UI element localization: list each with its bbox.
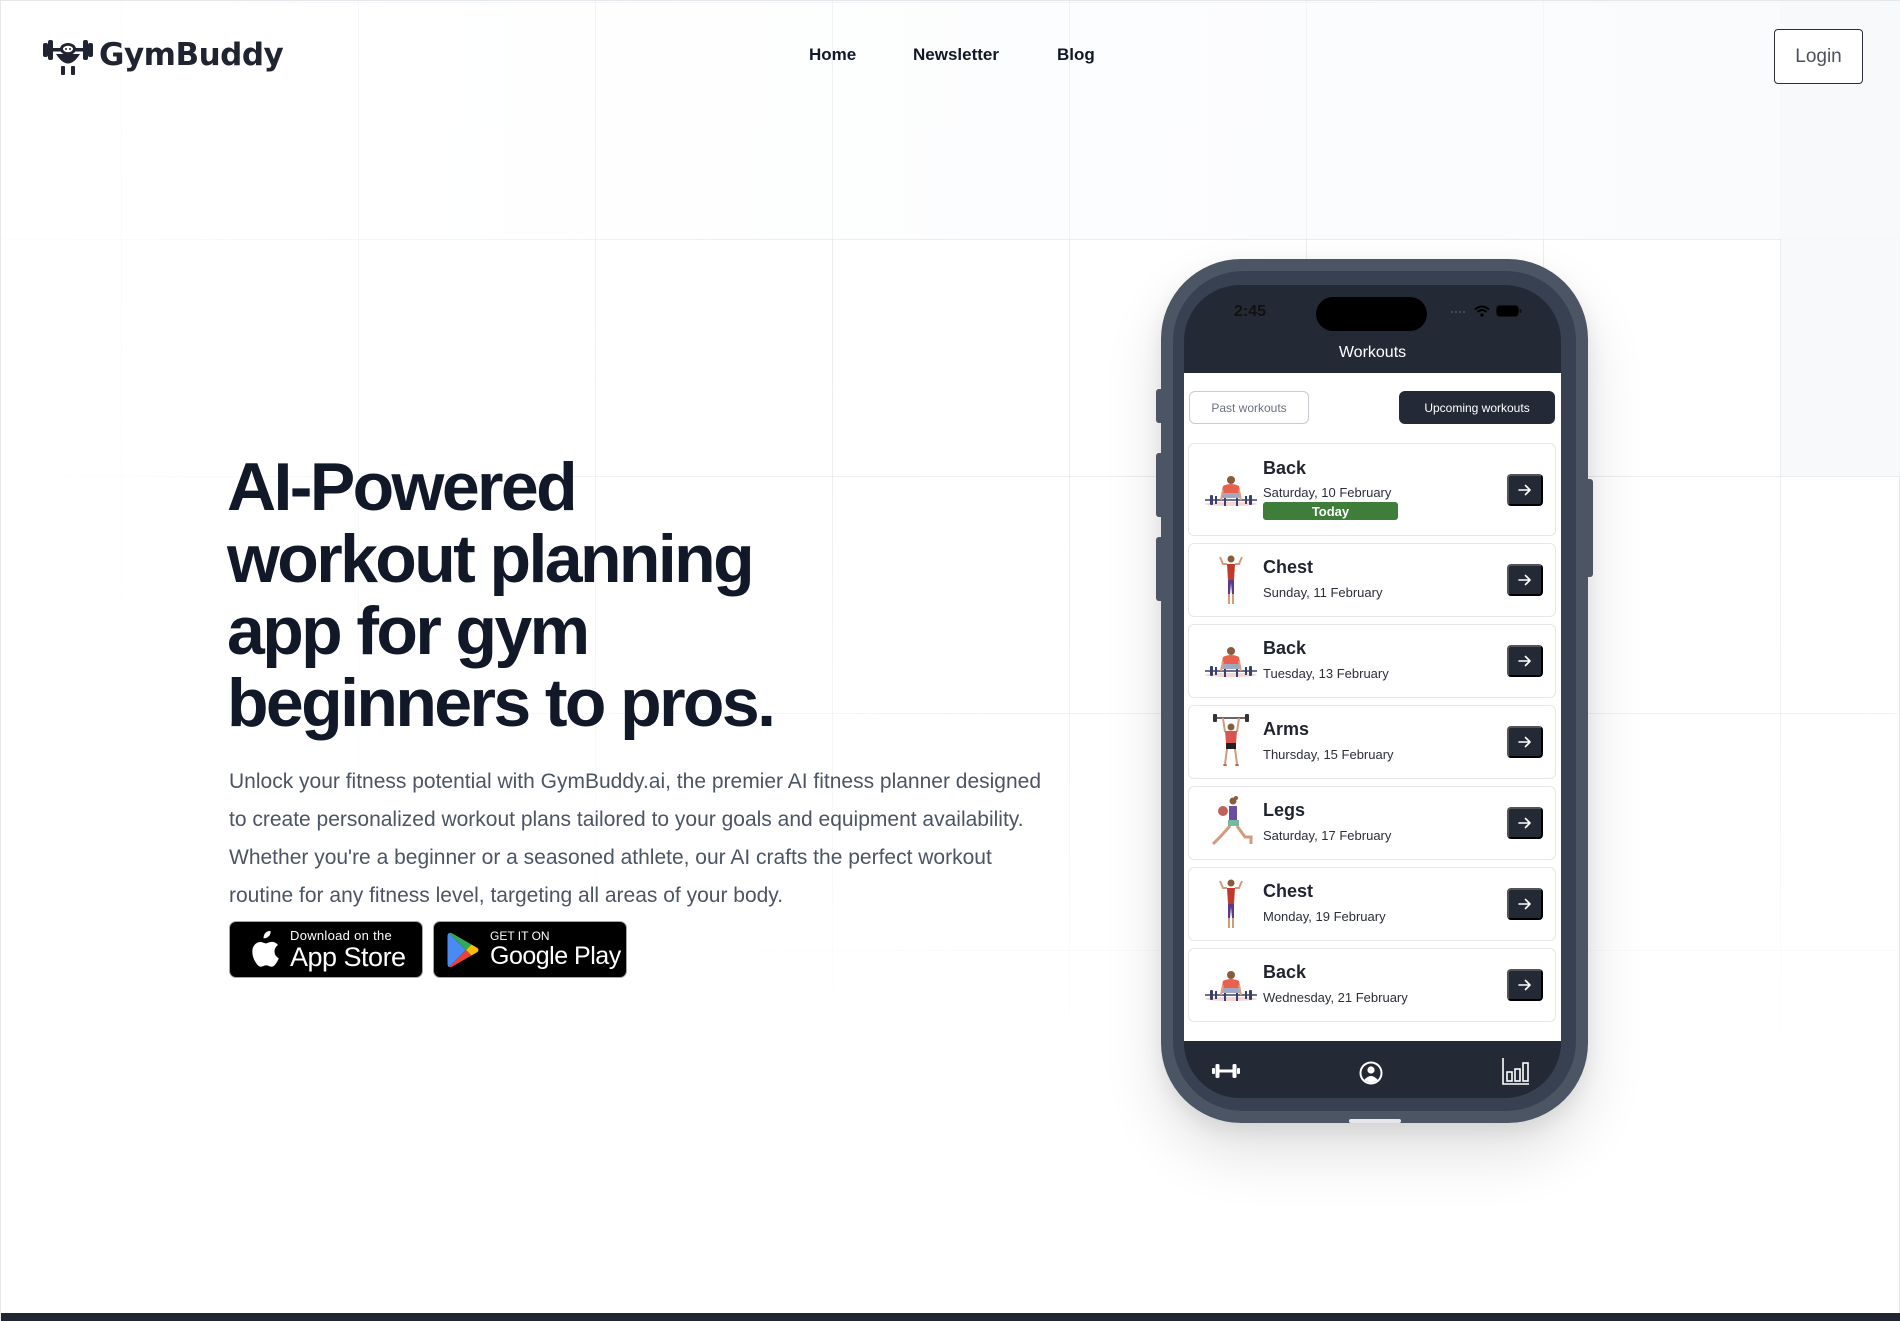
google-play-icon (447, 932, 479, 967)
landing-page: GymBuddy Home Newsletter Blog Login AI-P… (0, 0, 1900, 1321)
hero-title-line: beginners to pros. (227, 665, 776, 741)
phone-screen: 2:45 Workouts Past workouts Upcoming wor… (1184, 285, 1561, 1098)
hero-title-line: workout planning (227, 521, 755, 597)
workout-item[interactable]: Chest Sunday, 11 February (1188, 543, 1556, 617)
workout-name: Back (1263, 458, 1307, 478)
arrow-right-icon (1518, 817, 1531, 829)
workout-illustration-deadlift (1201, 460, 1261, 520)
arrow-right-icon (1518, 736, 1531, 748)
workout-item[interactable]: Chest Monday, 19 February (1188, 867, 1556, 941)
workout-name: Back (1263, 638, 1307, 658)
weightlifter-mascot-icon (43, 40, 93, 75)
nav-newsletter[interactable]: Newsletter (913, 45, 999, 65)
apple-icon (252, 930, 279, 967)
workout-date: Tuesday, 13 February (1263, 666, 1389, 681)
arrow-right-icon (1518, 655, 1531, 667)
arrow-right-icon (1518, 979, 1531, 991)
dumbbell-icon[interactable] (1212, 1063, 1240, 1084)
workout-date: Saturday, 10 February (1263, 485, 1392, 500)
workouts-panel: Past workouts Upcoming workouts Back Satu… (1184, 373, 1561, 1041)
status-icons (1450, 305, 1522, 317)
open-workout-button[interactable] (1507, 726, 1543, 758)
workout-item[interactable]: Legs Saturday, 17 February (1188, 786, 1556, 860)
status-time: 2:45 (1234, 303, 1267, 320)
workout-name: Chest (1263, 881, 1314, 901)
footer-bar (1, 1313, 1900, 1321)
google-play-small-text: GET IT ON (490, 929, 550, 943)
hero-title-line: app for gym (227, 593, 590, 669)
workout-name: Arms (1263, 719, 1310, 739)
workout-illustration-overhead (1201, 712, 1261, 772)
open-workout-button[interactable] (1507, 564, 1543, 596)
bottom-tab-bar (1184, 1041, 1561, 1098)
wifi-icon (1474, 305, 1490, 317)
workout-name: Chest (1263, 557, 1314, 577)
logo-link[interactable]: GymBuddy (43, 33, 284, 77)
login-button[interactable]: Login (1774, 29, 1863, 84)
screen-title: Workouts (1338, 344, 1407, 361)
app-store-big-text: App Store (290, 941, 406, 972)
arrow-right-icon (1518, 898, 1531, 910)
battery-icon (1496, 305, 1522, 317)
workout-item[interactable]: Back Saturday, 10 February Today (1188, 443, 1556, 536)
dynamic-island (1316, 297, 1427, 331)
tab-past-workouts[interactable]: Past workouts (1189, 391, 1309, 424)
workout-illustration-lunge (1201, 793, 1261, 853)
nav-home[interactable]: Home (809, 45, 856, 65)
profile-icon[interactable] (1359, 1061, 1383, 1090)
store-buttons: Download on the App Store GET IT ON Goog… (229, 921, 627, 978)
hero-title: AI-Powered workout planning app for gym … (227, 451, 847, 739)
workout-date: Saturday, 17 February (1263, 828, 1392, 843)
workout-item[interactable]: Arms Thursday, 15 February (1188, 705, 1556, 779)
workout-item[interactable]: Back Wednesday, 21 February (1188, 948, 1556, 1022)
app-store-small-text: Download on the (290, 927, 393, 943)
arrow-right-icon (1518, 484, 1531, 495)
today-badge: Today (1263, 502, 1398, 520)
open-workout-button[interactable] (1507, 645, 1543, 677)
open-workout-button[interactable] (1507, 473, 1543, 506)
tab-upcoming-workouts[interactable]: Upcoming workouts (1399, 391, 1555, 424)
hero-description: Unlock your fitness potential with GymBu… (229, 770, 1042, 907)
phone-bottom-notch (1349, 1119, 1401, 1123)
google-play-button[interactable]: GET IT ON Google Play (433, 921, 627, 978)
workout-illustration-flex (1201, 874, 1261, 934)
signal-icon (1451, 311, 1465, 313)
workout-date: Monday, 19 February (1263, 909, 1386, 924)
open-workout-button[interactable] (1507, 888, 1543, 920)
workout-name: Back (1263, 962, 1307, 982)
workout-date: Thursday, 15 February (1263, 747, 1394, 762)
workout-illustration-flex (1201, 550, 1261, 610)
workout-name: Legs (1263, 800, 1306, 820)
arrow-right-icon (1518, 574, 1531, 586)
brand-name: GymBuddy (99, 37, 284, 73)
google-play-big-text: Google Play (490, 942, 621, 970)
workout-illustration-deadlift (1201, 631, 1261, 691)
workout-illustration-deadlift (1201, 955, 1261, 1015)
app-store-button[interactable]: Download on the App Store (229, 921, 423, 978)
workout-list: Back Saturday, 10 February Today Chest Sunda… (1188, 443, 1556, 1029)
hero-title-line: AI-Powered (227, 449, 578, 525)
workout-item[interactable]: Back Tuesday, 13 February (1188, 624, 1556, 698)
bar-chart-icon[interactable] (1502, 1058, 1530, 1091)
nav-blog[interactable]: Blog (1057, 45, 1095, 65)
site-header: GymBuddy Home Newsletter Blog Login (1, 1, 1900, 111)
open-workout-button[interactable] (1507, 807, 1543, 839)
workout-date: Wednesday, 21 February (1263, 990, 1408, 1005)
workout-date: Sunday, 11 February (1263, 585, 1383, 600)
open-workout-button[interactable] (1507, 969, 1543, 1001)
